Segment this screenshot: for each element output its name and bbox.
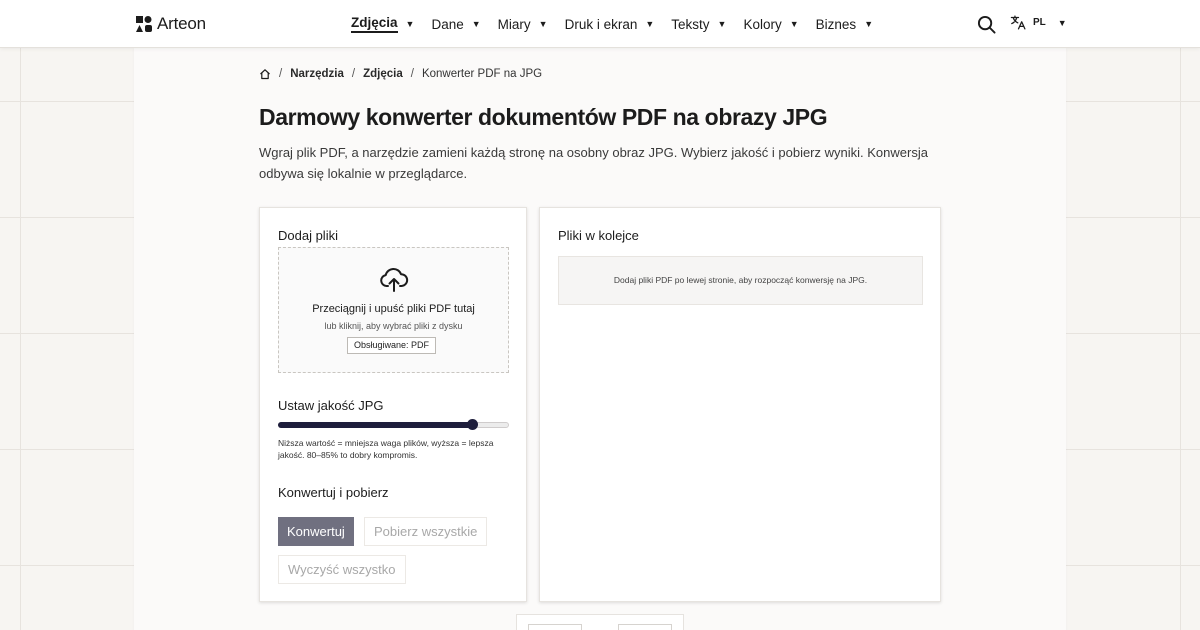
caret-down-icon: ▼ bbox=[864, 19, 874, 29]
nav-item-label: Kolory bbox=[743, 16, 782, 32]
quality-section-title: Ustaw jakość JPG bbox=[278, 398, 384, 413]
cloud-upload-icon bbox=[380, 267, 409, 292]
file-queue-card: Pliki w kolejce Dodaj pliki PDF po lewej… bbox=[539, 207, 941, 602]
download-all-button[interactable]: Pobierz wszystkie bbox=[364, 517, 488, 546]
breadcrumb-separator: / bbox=[351, 68, 356, 80]
dropzone-title: Przeciągnij i upuść pliki PDF tutaj bbox=[312, 303, 475, 315]
upload-section-title: Dodaj pliki bbox=[278, 228, 338, 243]
breadcrumb-separator: / bbox=[410, 68, 414, 80]
file-dropzone[interactable]: Przeciągnij i upuść pliki PDF tutaj lub … bbox=[278, 247, 509, 373]
nav-item-biznes[interactable]: Biznes ▼ bbox=[816, 0, 873, 48]
nav-item-dane[interactable]: Dane ▼ bbox=[431, 0, 480, 48]
dropzone-subtitle: lub kliknij, aby wybrać pliki z dysku bbox=[324, 321, 463, 331]
breadcrumb-zdjecia[interactable]: Zdjęcia bbox=[363, 68, 403, 80]
bottom-panel-button[interactable] bbox=[528, 624, 582, 630]
nav-item-label: Dane bbox=[431, 16, 464, 32]
breadcrumb-separator: / bbox=[279, 68, 283, 80]
breadcrumb-current: Konwerter PDF na JPG bbox=[421, 68, 543, 80]
slider-thumb[interactable] bbox=[467, 419, 478, 430]
nav-item-kolory[interactable]: Kolory ▼ bbox=[743, 0, 798, 48]
caret-down-icon: ▼ bbox=[645, 19, 655, 29]
queue-empty-state: Dodaj pliki PDF po lewej stronie, aby ro… bbox=[558, 256, 923, 305]
quality-hint: Niższa wartość = mniejsza waga plików, w… bbox=[278, 438, 494, 460]
nav-item-zdjecia[interactable]: Zdjęcia ▼ bbox=[351, 0, 414, 48]
nav-item-miary[interactable]: Miary ▼ bbox=[498, 0, 548, 48]
caret-down-icon: ▼ bbox=[538, 19, 548, 29]
caret-down-icon: ▼ bbox=[717, 19, 727, 29]
language-switcher[interactable]: PL ▼ bbox=[1010, 14, 1067, 31]
actions-section-title: Konwertuj i pobierz bbox=[278, 485, 389, 500]
top-navigation-bar: Arteon Zdjęcia ▼ Dane ▼ Miary ▼ Druk i e… bbox=[0, 0, 1200, 48]
page-content: / Narzędzia / Zdjęcia / Konwerter PDF na… bbox=[134, 48, 1066, 630]
caret-down-icon: ▼ bbox=[1057, 17, 1067, 28]
breadcrumb-narzedzia[interactable]: Narzędzia bbox=[290, 68, 344, 80]
page-description: Wgraj plik PDF, a narzędzie zamieni każd… bbox=[259, 145, 928, 181]
queue-section-title: Pliki w kolejce bbox=[558, 228, 639, 243]
search-button[interactable] bbox=[977, 15, 997, 35]
page-title: Darmowy konwerter dokumentów PDF na obra… bbox=[259, 104, 828, 130]
logo-text: Arteon bbox=[157, 14, 206, 33]
home-icon bbox=[260, 69, 270, 80]
translate-icon bbox=[1010, 15, 1026, 30]
nav-item-label: Biznes bbox=[815, 16, 857, 32]
search-icon bbox=[977, 15, 996, 34]
nav-item-teksty[interactable]: Teksty ▼ bbox=[671, 0, 726, 48]
breadcrumb-home[interactable] bbox=[259, 68, 271, 80]
quality-slider[interactable] bbox=[278, 419, 509, 430]
breadcrumb: / Narzędzia / Zdjęcia / Konwerter PDF na… bbox=[259, 68, 542, 80]
bottom-panel-button[interactable] bbox=[618, 624, 672, 630]
nav-item-label: Zdjęcia bbox=[351, 15, 398, 33]
caret-down-icon: ▼ bbox=[471, 19, 481, 29]
nav-item-label: Miary bbox=[497, 16, 531, 32]
converter-settings-card: Dodaj pliki Przeciągnij i upuść pliki PD… bbox=[259, 207, 527, 602]
nav-item-label: Teksty bbox=[671, 16, 710, 32]
supported-formats-badge: Obsługiwane: PDF bbox=[347, 337, 437, 354]
nav-item-druk-i-ekran[interactable]: Druk i ekran ▼ bbox=[565, 0, 655, 48]
bottom-panel bbox=[516, 614, 684, 630]
language-code: PL bbox=[1033, 17, 1046, 28]
logo[interactable]: Arteon bbox=[136, 14, 206, 34]
logo-icon bbox=[136, 16, 152, 32]
convert-button[interactable]: Konwertuj bbox=[278, 517, 354, 546]
clear-all-button[interactable]: Wyczyść wszystko bbox=[278, 555, 406, 584]
caret-down-icon: ▼ bbox=[789, 19, 799, 29]
caret-down-icon: ▼ bbox=[405, 19, 415, 29]
slider-fill bbox=[278, 422, 472, 428]
nav-item-label: Druk i ekran bbox=[564, 16, 638, 32]
main-nav: Zdjęcia ▼ Dane ▼ Miary ▼ Druk i ekran ▼ … bbox=[351, 0, 890, 48]
